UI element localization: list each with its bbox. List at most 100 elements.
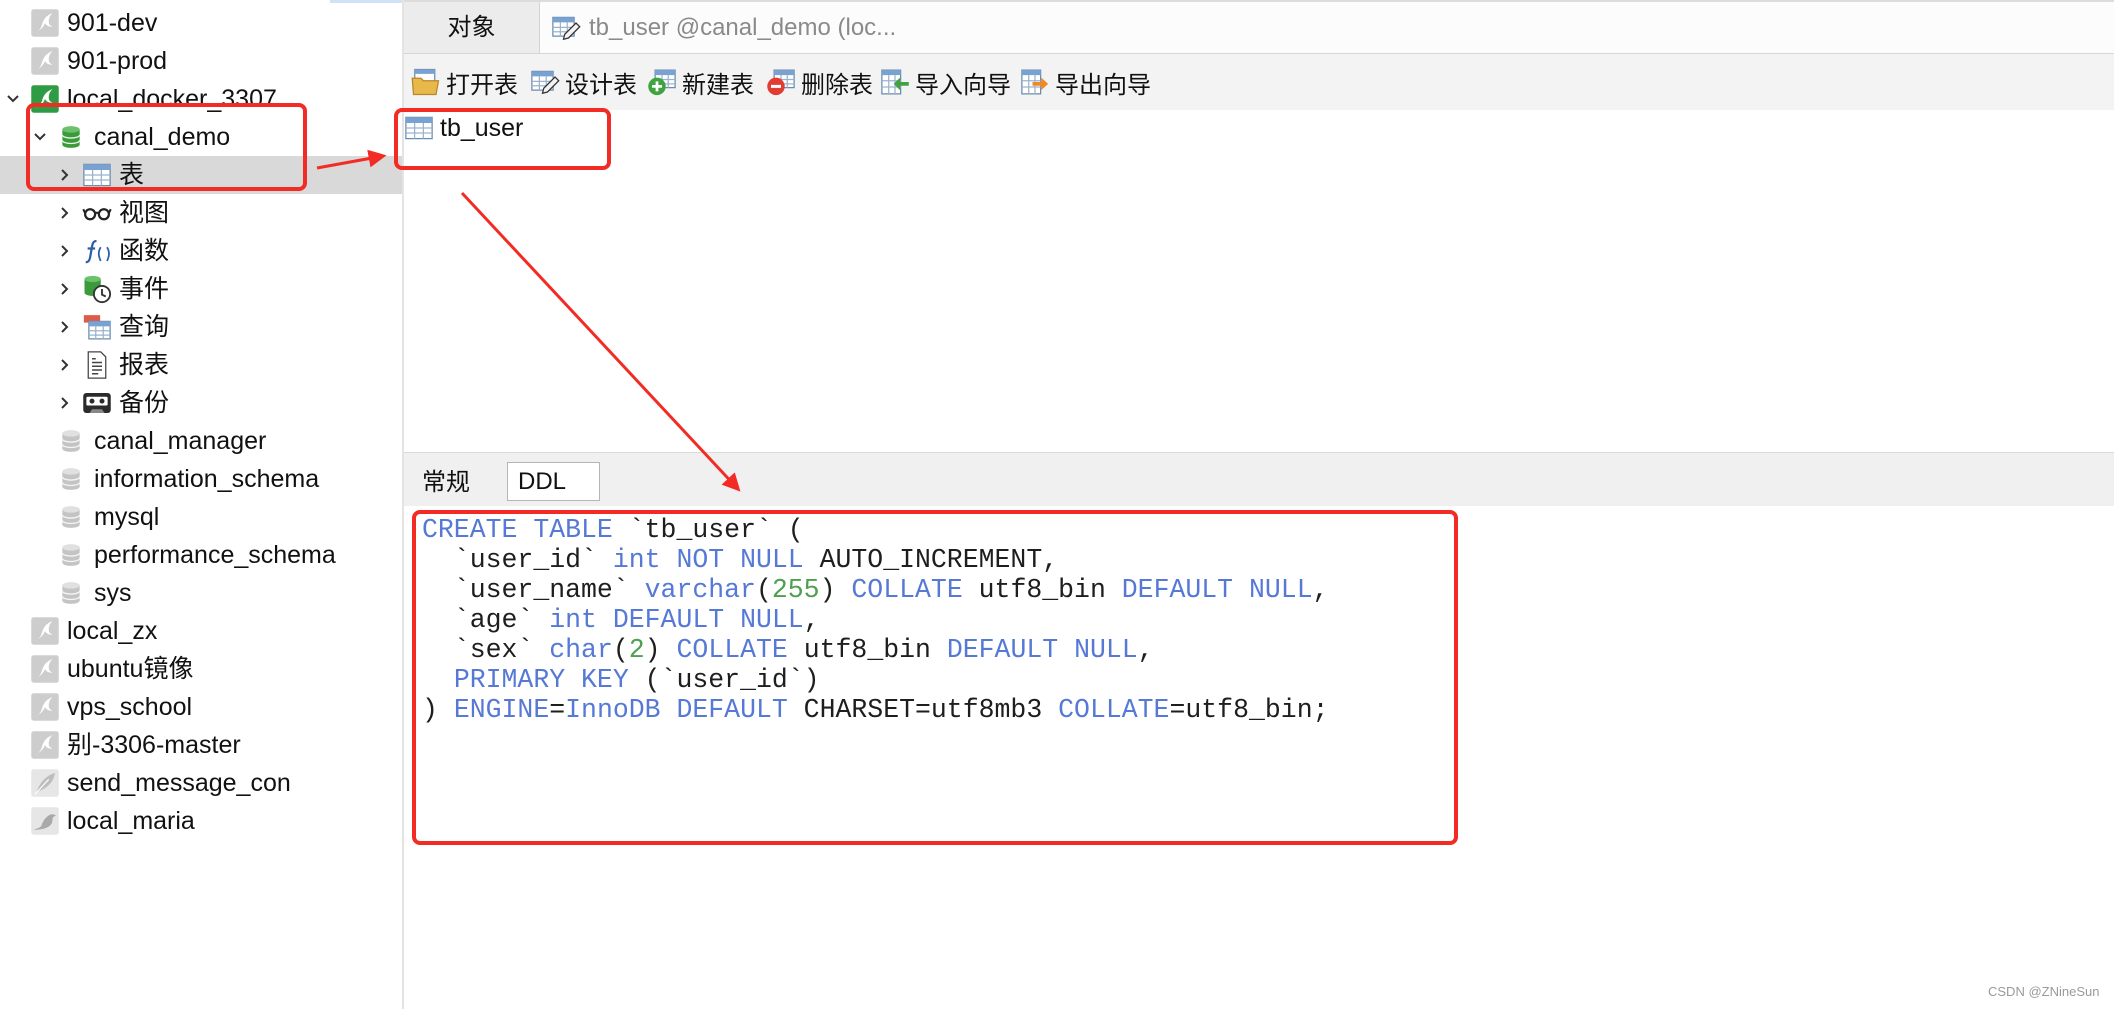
tab-bar: 对象 tb_user @canal_demo (loc... [404, 0, 2114, 54]
tab-general[interactable]: 常规 [422, 466, 470, 500]
import-arrow-icon [880, 67, 910, 97]
ddl-token: COLLATE [1058, 695, 1170, 725]
watermark: CSDN @ZNineSun [1988, 984, 2100, 999]
export-arrow-icon [1020, 67, 1050, 97]
ddl-token: `user_id` [422, 545, 613, 575]
tree-node-functions[interactable]: 函数 [0, 232, 402, 270]
tab-ddl[interactable]: DDL [507, 462, 600, 501]
table-icon [404, 113, 434, 143]
tree-connection-901-prod[interactable]: 901-prod [0, 42, 402, 80]
tree-connection-vps-school[interactable]: vps_school [0, 688, 402, 726]
ddl-line: `user_id` int NOT NULL AUTO_INCREMENT, [422, 545, 1329, 575]
object-item-label: tb_user [440, 113, 524, 142]
mariadb-seal-icon [30, 806, 60, 836]
button-label: 设计表 [565, 71, 637, 99]
tab-objects[interactable]: 对象 [404, 2, 539, 53]
tree-node-queries[interactable]: 查询 [0, 308, 402, 346]
tree-connection-3306-master[interactable]: 别-3306-master [0, 726, 402, 764]
design-table-button[interactable]: 设计表 [530, 66, 637, 99]
tree-connection-send-message-con[interactable]: send_message_con [0, 764, 402, 802]
tree-node-views[interactable]: 视图 [0, 194, 402, 232]
button-label: 导入向导 [915, 71, 1011, 99]
database-icon [58, 504, 84, 530]
mysql-connection-icon [30, 616, 60, 646]
new-table-button[interactable]: 新建表 [647, 66, 754, 99]
chevron-down-icon[interactable] [5, 91, 21, 107]
ddl-viewer[interactable]: CREATE TABLE `tb_user` ( `user_id` int N… [404, 506, 2114, 1009]
tree-item-label: 别-3306-master [67, 731, 241, 759]
ddl-token: CHARSET=utf8mb3 [787, 695, 1059, 725]
delete-table-minus-icon [766, 67, 796, 97]
tree-item-label: local_zx [67, 617, 158, 645]
tree-connection-ubuntu-mirror[interactable]: ubuntu镜像 [0, 650, 402, 688]
tree-item-label: canal_manager [94, 427, 267, 455]
tab-table-editor[interactable]: tb_user @canal_demo (loc... [539, 2, 2114, 53]
ddl-token: =utf8_bin; [1169, 695, 1329, 725]
tree-connection-local-zx[interactable]: local_zx [0, 612, 402, 650]
tree-node-events[interactable]: 事件 [0, 270, 402, 308]
ddl-token: int NOT NULL [612, 545, 804, 575]
chevron-right-icon[interactable] [57, 167, 73, 183]
ddl-token: DEFAULT NULL [1121, 575, 1313, 605]
tree-connection-local-maria[interactable]: local_maria [0, 802, 402, 840]
tree-database-canal-manager[interactable]: canal_manager [0, 422, 402, 460]
object-toolbar: 打开表 设计表 新建表 删除表 导入向导 导出向导 [404, 54, 2114, 110]
open-table-button[interactable]: 打开表 [411, 66, 518, 99]
chevron-right-icon[interactable] [57, 357, 73, 373]
ddl-token: char [549, 635, 613, 665]
ddl-line: PRIMARY KEY (`user_id`) [422, 665, 1329, 695]
tree-item-label: 备份 [119, 389, 170, 417]
tree-database-information-schema[interactable]: information_schema [0, 460, 402, 498]
ddl-token: COLLATE [851, 575, 963, 605]
tree-connection-local-docker-3307[interactable]: local_docker_3307 [0, 80, 402, 118]
button-label: 删除表 [801, 71, 873, 99]
tree-database-performance-schema[interactable]: performance_schema [0, 536, 402, 574]
ddl-token: = [549, 695, 566, 725]
ddl-token [422, 665, 454, 695]
ddl-token: `tb_user` ( [612, 515, 804, 545]
chevron-right-icon[interactable] [57, 243, 73, 259]
button-label: 新建表 [682, 71, 754, 99]
button-label: 打开表 [446, 71, 518, 99]
report-icon [82, 350, 112, 380]
ddl-code-block[interactable]: CREATE TABLE `tb_user` ( `user_id` int N… [422, 515, 1329, 725]
ddl-token: COLLATE [676, 635, 788, 665]
tree-item-label: performance_schema [94, 541, 336, 569]
delete-table-button[interactable]: 删除表 [766, 66, 873, 99]
ddl-token: ) [819, 575, 852, 605]
sidebar-top-accent [330, 0, 402, 3]
view-glasses-icon [82, 198, 112, 228]
chevron-right-icon[interactable] [57, 319, 73, 335]
ddl-token: ENGINE [453, 695, 550, 725]
ddl-line: ) ENGINE=InnoDB DEFAULT CHARSET=utf8mb3 … [422, 695, 1329, 725]
tree-node-backups[interactable]: 备份 [0, 384, 402, 422]
ddl-token: ( [612, 635, 629, 665]
chevron-down-icon[interactable] [32, 129, 48, 145]
feather-connection-icon [30, 768, 60, 798]
ddl-token: 255 [771, 575, 820, 605]
chevron-right-icon[interactable] [57, 281, 73, 297]
export-wizard-button[interactable]: 导出向导 [1020, 66, 1151, 99]
ddl-token: `age` [422, 605, 550, 635]
tab-label: tb_user @canal_demo (loc... [589, 14, 897, 41]
design-table-icon [551, 13, 581, 43]
import-wizard-button[interactable]: 导入向导 [880, 66, 1011, 99]
tree-node-tables[interactable]: 表 [0, 156, 402, 194]
tree-node-reports[interactable]: 报表 [0, 346, 402, 384]
tree-item-label: information_schema [94, 465, 320, 493]
ddl-token: (`user_id`) [628, 665, 820, 695]
tree-item-label: sys [94, 579, 132, 607]
mysql-connection-icon [30, 8, 60, 38]
new-table-plus-icon [647, 67, 677, 97]
tree-database-mysql[interactable]: mysql [0, 498, 402, 536]
tree-item-label: vps_school [67, 693, 193, 721]
chevron-right-icon[interactable] [57, 205, 73, 221]
tree-item-label: send_message_con [67, 769, 291, 797]
tree-item-label: mysql [94, 503, 160, 531]
tree-database-sys[interactable]: sys [0, 574, 402, 612]
object-item-table[interactable]: tb_user [404, 111, 523, 145]
chevron-right-icon[interactable] [57, 395, 73, 411]
tree-database-canal-demo[interactable]: canal_demo [0, 118, 402, 156]
ddl-token: , [803, 605, 820, 635]
tree-connection-901-dev[interactable]: 901-dev [0, 4, 402, 42]
